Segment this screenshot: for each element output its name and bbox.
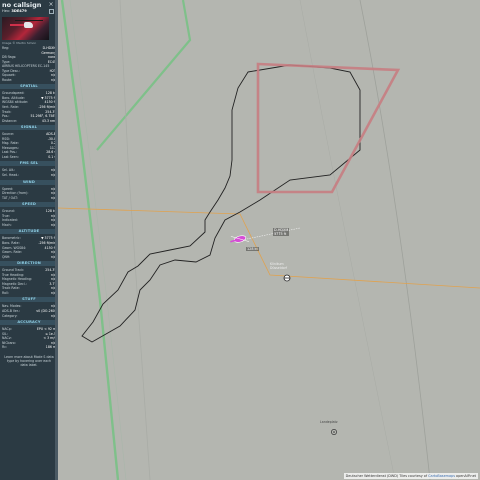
place-label-line2: Düsseldorf [270,266,288,270]
stuff-block: Nav. Modes: n/a ADS-B Ver.: v0 (DO-260) Cate… [0,303,58,319]
aircraft-label-altitude: 3775 ft [274,232,287,236]
fms-block: Sel. Alt.: n/a Sel. Head.: n/a [0,167,58,178]
fms-row: Sel. Head.: n/a [2,173,56,178]
speed-block: Ground: 128 kt True: n/a Indicated: n/a Mach: n… [0,208,58,228]
highlight-toggle-icon[interactable] [49,9,54,14]
tail [10,24,25,26]
hex-label: Hex: [2,9,11,13]
identity-row: Route: n/a [2,78,56,83]
close-icon[interactable]: × [48,2,54,8]
section-speed: SPEED [0,202,58,208]
wind-label[interactable]: TAT / OAT: [2,196,18,201]
speed-row: Mach: n/a [2,223,56,228]
identity-label[interactable]: Reg: [2,46,9,51]
spatial-row: Distance: 43.3 nmi [2,119,56,124]
footnote: Learn more about Mode S data type by hov… [4,354,54,368]
section-signal: SIGNAL [0,125,58,131]
altitude-label[interactable]: QNH: [2,255,10,260]
wind-block: Speed: n/a Direction (from): n/a TAT / OAT: n… [0,186,58,202]
section-stuff: STUFF [0,297,58,303]
speed-label[interactable]: Mach: [2,223,12,228]
section-spatial: SPATIAL [0,84,58,90]
fms-label[interactable]: Sel. Head.: [2,173,19,178]
altitude-block: Barometric: ▼ 3775 ft Baro. Rate: -256 ft/m… [0,235,58,260]
hex-line: Hex: 3DE479 [2,9,56,14]
attribution-link[interactable]: CartoBasemaps [428,474,455,478]
wind-row: TAT / OAT: n/a [2,196,56,201]
section-altitude: ALTITUDE [0,229,58,235]
aircraft-info-sidebar: no callsign Hex: 3DE479 × Image © Martin… [0,0,58,480]
spatial-label[interactable]: Distance: [2,119,17,124]
stuff-row: Category: n/a [2,314,56,319]
identity-block: Reg: D-HDXM Germany DB flags: none Type: EC45 A… [0,45,58,83]
place-label: Klinikum Düsseldorf [270,262,287,270]
attribution-text: Deutscher Wetterdienst (DWD) Tiles court… [345,474,428,478]
spatial-value: 43.3 nmi [41,118,56,123]
aircraft-label: D-HDXM 3775 ft [273,228,290,236]
helicopter-body [24,22,33,28]
signal-row: Last Seen: 0.1 s [2,155,56,160]
section-direction: DIRECTION [0,261,58,267]
map-attribution: Deutscher Wetterdienst (DWD) Tiles court… [343,473,478,479]
signal-block: Source: ADS-B RSSI: -30.0 Msg. Rate: 0.2 Messa… [0,131,58,160]
sidebar-header: no callsign Hex: 3DE479 × [0,0,58,14]
accuracy-label[interactable]: Rc: [2,345,7,350]
direction-block: Ground Track: 254.3° True Heading: n/a Magne… [0,267,58,296]
aircraft-label-speed: 128 kt [247,247,258,251]
aircraft-speed-label: 128 kt [246,247,259,251]
spatial-block: Groundspeed: 128 kt Baro. Altitude: ▼ 3775 … [0,90,58,124]
rotor [15,20,43,21]
accuracy-block: NACp: EPU < 92 m SIL: ≤ 1e-5 NACv: < 3 m/s NIC… [0,326,58,351]
section-accuracy: ACCURACY [0,320,58,326]
altitude-row: QNH: n/a [2,255,56,260]
aircraft-photo[interactable] [2,17,49,40]
attribution-osm[interactable]: openAIP.net [456,474,476,478]
signal-label[interactable]: Last Seen: [2,155,19,160]
accuracy-row: Rc: 186 m [2,345,56,350]
hex-value: 3DE479 [11,9,27,13]
direction-row: Roll: n/a [2,291,56,296]
sidebar-scrollbar[interactable] [55,0,58,480]
map-view[interactable]: D-HDXM 3775 ft 128 kt Klinikum Düsseldor… [58,0,480,480]
map-canvas [58,0,480,480]
section-wind: WIND [0,179,58,185]
stuff-label[interactable]: Category: [2,314,17,319]
airfield-label: Landeplatz [320,420,338,424]
identity-label[interactable]: Route: [2,78,12,83]
direction-label[interactable]: Roll: [2,291,9,296]
section-fms-sel: FMS SEL [0,161,58,167]
